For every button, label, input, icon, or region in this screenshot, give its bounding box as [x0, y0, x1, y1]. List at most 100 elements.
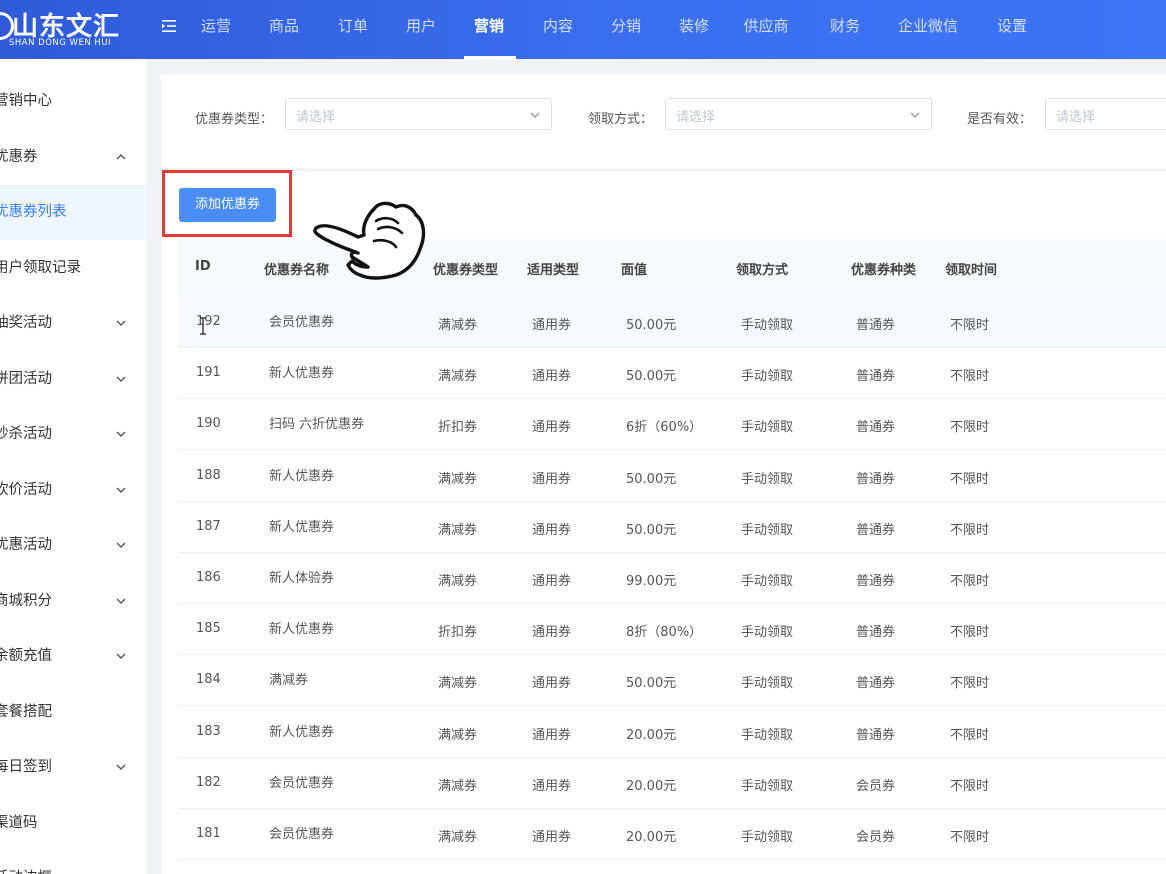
table-row[interactable]: 190 扫码 六折优惠券 折扣券 通用券 6折（60%） 手动领取 普通券 不限时	[178, 399, 1166, 451]
nav-item[interactable]: 订单	[338, 0, 368, 59]
table-cell-name: 新人体验券	[269, 571, 335, 586]
table-cell-value: 20.00元	[626, 727, 677, 743]
table-cell-value: 99.00元	[626, 574, 677, 589]
table-cell-scope: 通用券	[532, 420, 572, 436]
claim-method-select[interactable]: 请选择	[665, 98, 932, 130]
add-coupon-button[interactable]: 添加优惠券	[179, 188, 276, 222]
table-cell-value: 50.00元	[626, 522, 677, 538]
sidebar-item-label: 商城积分	[0, 592, 52, 609]
hand-pointer-icon	[313, 201, 426, 280]
table-cell-name: 新人优惠券	[269, 622, 335, 638]
table-cell-name: 新人优惠券	[269, 724, 335, 740]
sidebar-item[interactable]: 优惠券	[0, 130, 146, 185]
nav-item[interactable]: 运营	[201, 0, 231, 59]
table-cell-id: 190	[196, 416, 221, 432]
table-cell-name: 新人优惠券	[269, 366, 335, 382]
is-valid-select[interactable]: 请选择	[1045, 98, 1166, 130]
filter-panel: 优惠券类型： 请选择 领取方式： 请选择 是否有效： 请选择	[161, 74, 1166, 168]
column-header-value: 面值	[621, 263, 648, 278]
nav-item[interactable]: 商品	[269, 0, 299, 59]
table-cell-kind: 普通券	[856, 471, 896, 487]
is-valid-placeholder: 请选择	[1056, 110, 1096, 125]
table-cell-time: 不限时	[950, 574, 990, 589]
column-header-method: 领取方式	[736, 263, 789, 278]
sidebar-item[interactable]: 抽奖活动	[0, 296, 146, 351]
table-cell-method: 手动领取	[741, 830, 794, 845]
nav-item[interactable]: 企业微信	[898, 0, 958, 59]
sidebar-item[interactable]: 优惠券列表	[0, 185, 146, 240]
nav-item[interactable]: 财务	[830, 0, 860, 59]
table-cell-id: 191	[196, 365, 221, 381]
nav-item[interactable]: 设置	[997, 0, 1027, 59]
sidebar-item-label: 秒杀活动	[0, 426, 52, 442]
table-row[interactable]: 181 会员优惠券 满减券 通用券 20.00元 手动领取 会员券 不限时	[178, 809, 1166, 860]
sidebar-item[interactable]: 用户领取记录	[0, 241, 146, 296]
sidebar-item[interactable]: 砍价活动	[0, 463, 146, 518]
sidebar-item[interactable]: 渠道码	[0, 796, 146, 851]
table-row[interactable]: 188 新人优惠券 满减券 通用券 50.00元 手动领取 普通券 不限时	[178, 451, 1166, 502]
text-cursor-icon	[200, 317, 206, 335]
sidebar-item[interactable]: 优惠活动	[0, 518, 146, 573]
table-cell-scope: 通用券	[532, 778, 572, 794]
column-header-kind: 优惠券种类	[851, 263, 917, 278]
nav-item[interactable]: 内容	[543, 0, 573, 59]
chevron-down-icon	[116, 653, 126, 659]
table-cell-id: 186	[196, 570, 221, 585]
brand-name-en: SHAN DONG WEN HUI	[9, 38, 111, 48]
table-row[interactable]: 183 新人优惠券 满减券 通用券 20.00元 手动领取 普通券 不限时	[178, 707, 1166, 758]
table-cell-kind: 会员券	[856, 778, 896, 794]
table-cell-value: 50.00元	[626, 471, 677, 487]
table-cell-time: 不限时	[950, 471, 990, 487]
table-row[interactable]: 182 会员优惠券 满减券 通用券 20.00元 手动领取 会员券 不限时	[178, 758, 1166, 809]
sidebar-item[interactable]: 套餐搭配	[0, 685, 146, 740]
table-row[interactable]: 184 满减券 满减券 通用券 50.00元 手动领取 普通券 不限时	[178, 655, 1166, 707]
table-cell-scope: 通用券	[532, 676, 572, 692]
table-cell-type: 满减券	[438, 318, 478, 333]
table-cell-id: 181	[196, 826, 221, 841]
nav-item[interactable]: 分销	[611, 0, 641, 59]
table-cell-scope: 通用券	[532, 471, 572, 487]
table-cell-scope: 通用券	[532, 625, 572, 641]
table-row[interactable]: 191 新人优惠券 满减券 通用券 50.00元 手动领取 普通券 不限时	[178, 348, 1166, 400]
brand-logo[interactable]: 山东文汇 SHAN DONG WEN HUI	[0, 0, 150, 59]
table-cell-id: 188	[196, 467, 221, 483]
nav-item[interactable]: 装修	[679, 0, 709, 59]
table-row[interactable]: 185 新人优惠券 折扣券 通用券 8折（80%） 手动领取 普通券 不限时	[178, 604, 1166, 656]
table-cell-type: 满减券	[438, 778, 478, 794]
sidebar-item[interactable]: 拼团活动	[0, 352, 146, 407]
table-cell-name: 会员优惠券	[269, 827, 335, 842]
nav-item[interactable]: 供应商	[743, 0, 788, 59]
sidebar-item-label: 优惠活动	[0, 537, 52, 553]
table-cell-time: 不限时	[950, 420, 990, 436]
sidebar-item[interactable]: 活动边框	[0, 851, 146, 874]
sidebar-item[interactable]: 秒杀活动	[0, 407, 146, 462]
sidebar-item[interactable]: 余额充值	[0, 629, 146, 684]
coupon-type-select[interactable]: 请选择	[285, 98, 552, 130]
table-cell-kind: 普通券	[856, 625, 896, 641]
sidebar-item-label: 优惠券	[0, 148, 38, 165]
nav-item[interactable]: 营销	[474, 0, 504, 59]
table-row[interactable]: 186 新人体验券 满减券 通用券 99.00元 手动领取 普通券 不限时	[178, 553, 1166, 604]
table-row[interactable]: 192 会员优惠券 满减券 通用券 50.00元 手动领取 普通券 不限时	[178, 297, 1166, 348]
table-cell-scope: 通用券	[532, 574, 572, 589]
sidebar-item-label: 渠道码	[0, 814, 38, 831]
table-cell-id: 184	[196, 672, 221, 688]
chevron-down-icon	[116, 542, 126, 548]
menu-fold-icon[interactable]	[161, 18, 177, 34]
sidebar-item[interactable]: 每日签到	[0, 740, 146, 795]
table-cell-time: 不限时	[950, 778, 990, 794]
table-cell-kind: 会员券	[856, 830, 896, 845]
sidebar-item[interactable]: 商城积分	[0, 574, 146, 629]
table-cell-type: 满减券	[438, 471, 478, 487]
coupon-type-placeholder: 请选择	[296, 110, 336, 125]
table-cell-method: 手动领取	[741, 471, 794, 487]
nav-item[interactable]: 用户	[406, 0, 436, 59]
claim-method-label: 领取方式：	[588, 112, 654, 127]
table-cell-value: 50.00元	[626, 676, 677, 692]
table-cell-method: 手动领取	[741, 318, 794, 333]
table-row[interactable]: 187 新人优惠券 满减券 通用券 50.00元 手动领取 普通券 不限时	[178, 502, 1166, 553]
table-cell-value: 20.00元	[626, 830, 677, 845]
sidebar-item[interactable]: 营销中心	[0, 74, 146, 129]
table-cell-type: 满减券	[438, 727, 478, 743]
table-cell-type: 满减券	[438, 369, 478, 385]
